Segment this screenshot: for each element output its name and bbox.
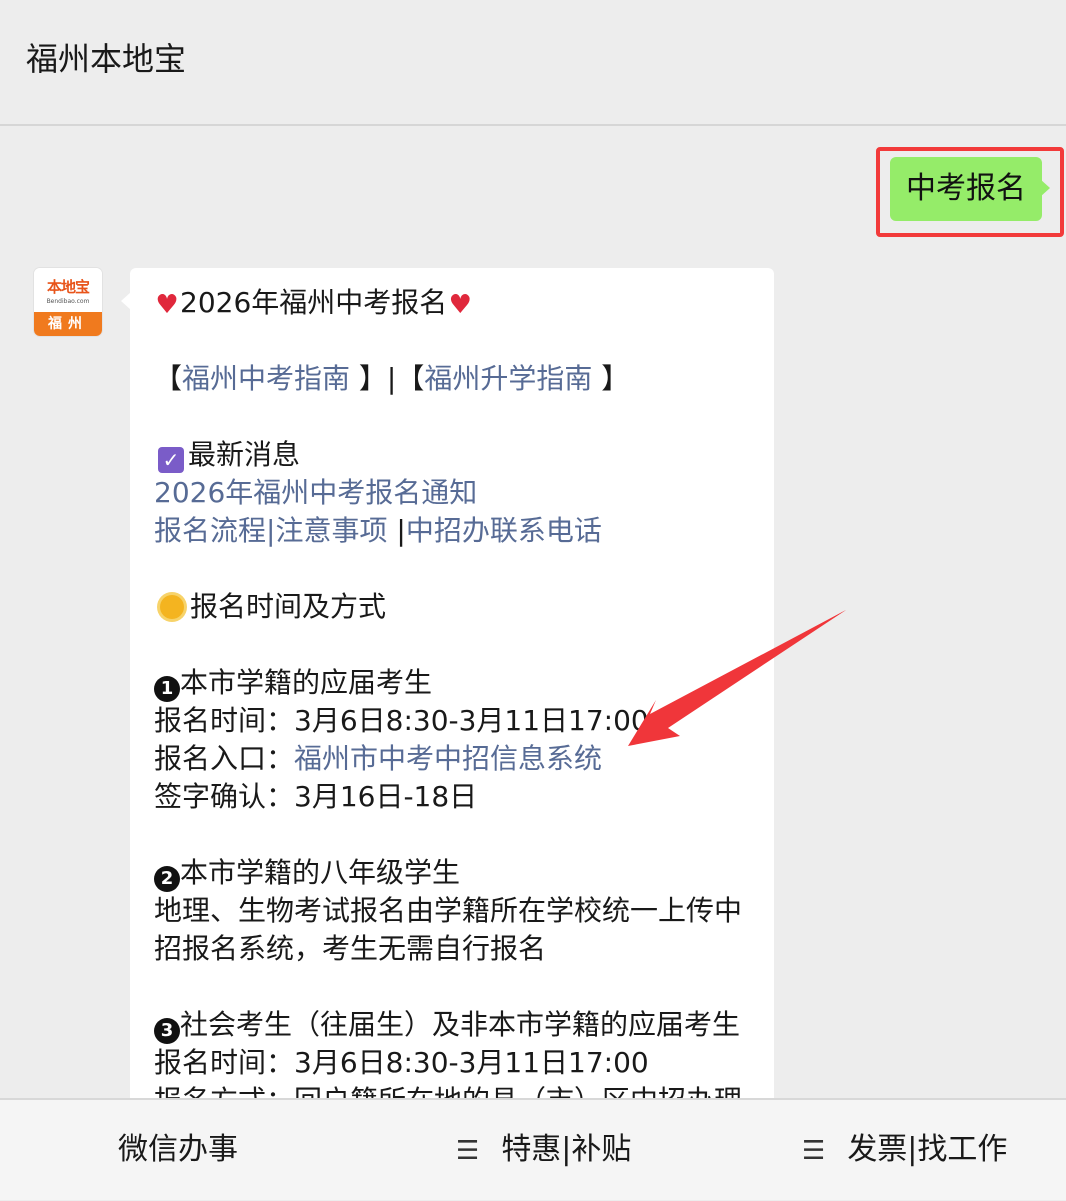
annotation-arrow-icon <box>628 610 846 746</box>
logo-city: 福州 <box>34 312 102 336</box>
guide-link-shengxue[interactable]: 福州升学指南 <box>424 362 592 395</box>
number-three-icon: 3 <box>154 1018 180 1044</box>
bottom-menu-bar: 微信办事 ☰ 特惠|补贴 ☰ 发票|找工作 <box>0 1098 1066 1200</box>
chat-title: 福州本地宝 <box>26 40 187 78</box>
bracket-text: 】 <box>592 362 630 395</box>
entry-link[interactable]: 福州市中考中招信息系统 <box>294 742 602 775</box>
guide-links-line: 【福州中考指南 】|【福州升学指南 】 <box>154 360 754 398</box>
news-link[interactable]: 2026年福州中考报名通知 <box>154 476 477 509</box>
number-one-icon: 1 <box>154 676 180 702</box>
sun-icon <box>160 595 184 619</box>
menu-label: 特惠|补贴 <box>501 1132 632 1167</box>
phone-link[interactable]: 中招办联系电话 <box>406 514 602 547</box>
section2-title-line: 2 本市学籍的八年级学生 <box>154 854 754 892</box>
logo-icon: 本地宝 Bendibao.com <box>34 268 102 312</box>
separator-text: 】|【 <box>350 362 425 395</box>
sent-message-bubble[interactable]: 中考报名 <box>890 157 1042 221</box>
menu-item-invoice-jobs[interactable]: ☰ 发票|找工作 <box>802 1100 1007 1200</box>
notice-link[interactable]: 注意事项 <box>275 514 387 547</box>
top-bar: 福州本地宝 <box>0 0 1066 126</box>
menu-list-icon: ☰ <box>456 1136 480 1166</box>
process-link[interactable]: 报名流程 <box>154 514 266 547</box>
section2-title: 本市学籍的八年级学生 <box>180 856 461 889</box>
section1-title: 本市学籍的应届考生 <box>180 666 433 699</box>
number-two-icon: 2 <box>154 866 180 892</box>
news-heading: 最新消息 <box>188 438 301 471</box>
section3-title: 社会考生（往届生）及非本市学籍的应届考生 <box>180 1008 741 1041</box>
section1-confirm: 签字确认：3月16日-18日 <box>154 780 478 813</box>
section3-title-line: 3 社会考生（往届生）及非本市学籍的应届考生 <box>154 1006 754 1044</box>
menu-label: 微信办事 <box>118 1132 238 1167</box>
sent-bubble-tail <box>1040 179 1050 197</box>
entry-label: 报名入口： <box>154 742 295 775</box>
checkbox-icon: ✓ <box>158 447 184 473</box>
process-links-line: 报名流程|注意事项 |中招办联系电话 <box>154 512 754 550</box>
guide-link-zhongkao[interactable]: 福州中考指南 <box>182 362 350 395</box>
time-heading: 报名时间及方式 <box>190 590 387 623</box>
menu-item-wechat-affairs[interactable]: 微信办事 <box>118 1100 238 1200</box>
section3-time: 报名时间：3月6日8:30-3月11日17:00 <box>154 1046 649 1079</box>
message-title-line: ♥2026年福州中考报名♥ <box>154 284 754 322</box>
menu-item-discount-subsidy[interactable]: ☰ 特惠|补贴 <box>456 1100 631 1200</box>
heart-icon: ♥ <box>448 290 472 320</box>
highlight-box: 中考报名 <box>876 147 1064 237</box>
news-heading-line: ✓ 最新消息 <box>154 436 754 474</box>
section2-line2: 招报名系统，考生无需自行报名 <box>154 932 547 965</box>
logo-name: 本地宝 <box>46 278 90 296</box>
bracket-text: 【 <box>154 362 183 395</box>
menu-list-icon: ☰ <box>802 1136 826 1166</box>
avatar[interactable]: 本地宝 Bendibao.com 福州 <box>34 268 102 336</box>
menu-label: 发票|找工作 <box>847 1132 1008 1167</box>
message-title: 2026年福州中考报名 <box>180 286 448 319</box>
section2-line1: 地理、生物考试报名由学籍所在学校统一上传中 <box>154 894 743 927</box>
separator-text: | <box>387 514 406 547</box>
heart-icon: ♥ <box>155 290 179 320</box>
logo-url: Bendibao.com <box>46 298 90 305</box>
